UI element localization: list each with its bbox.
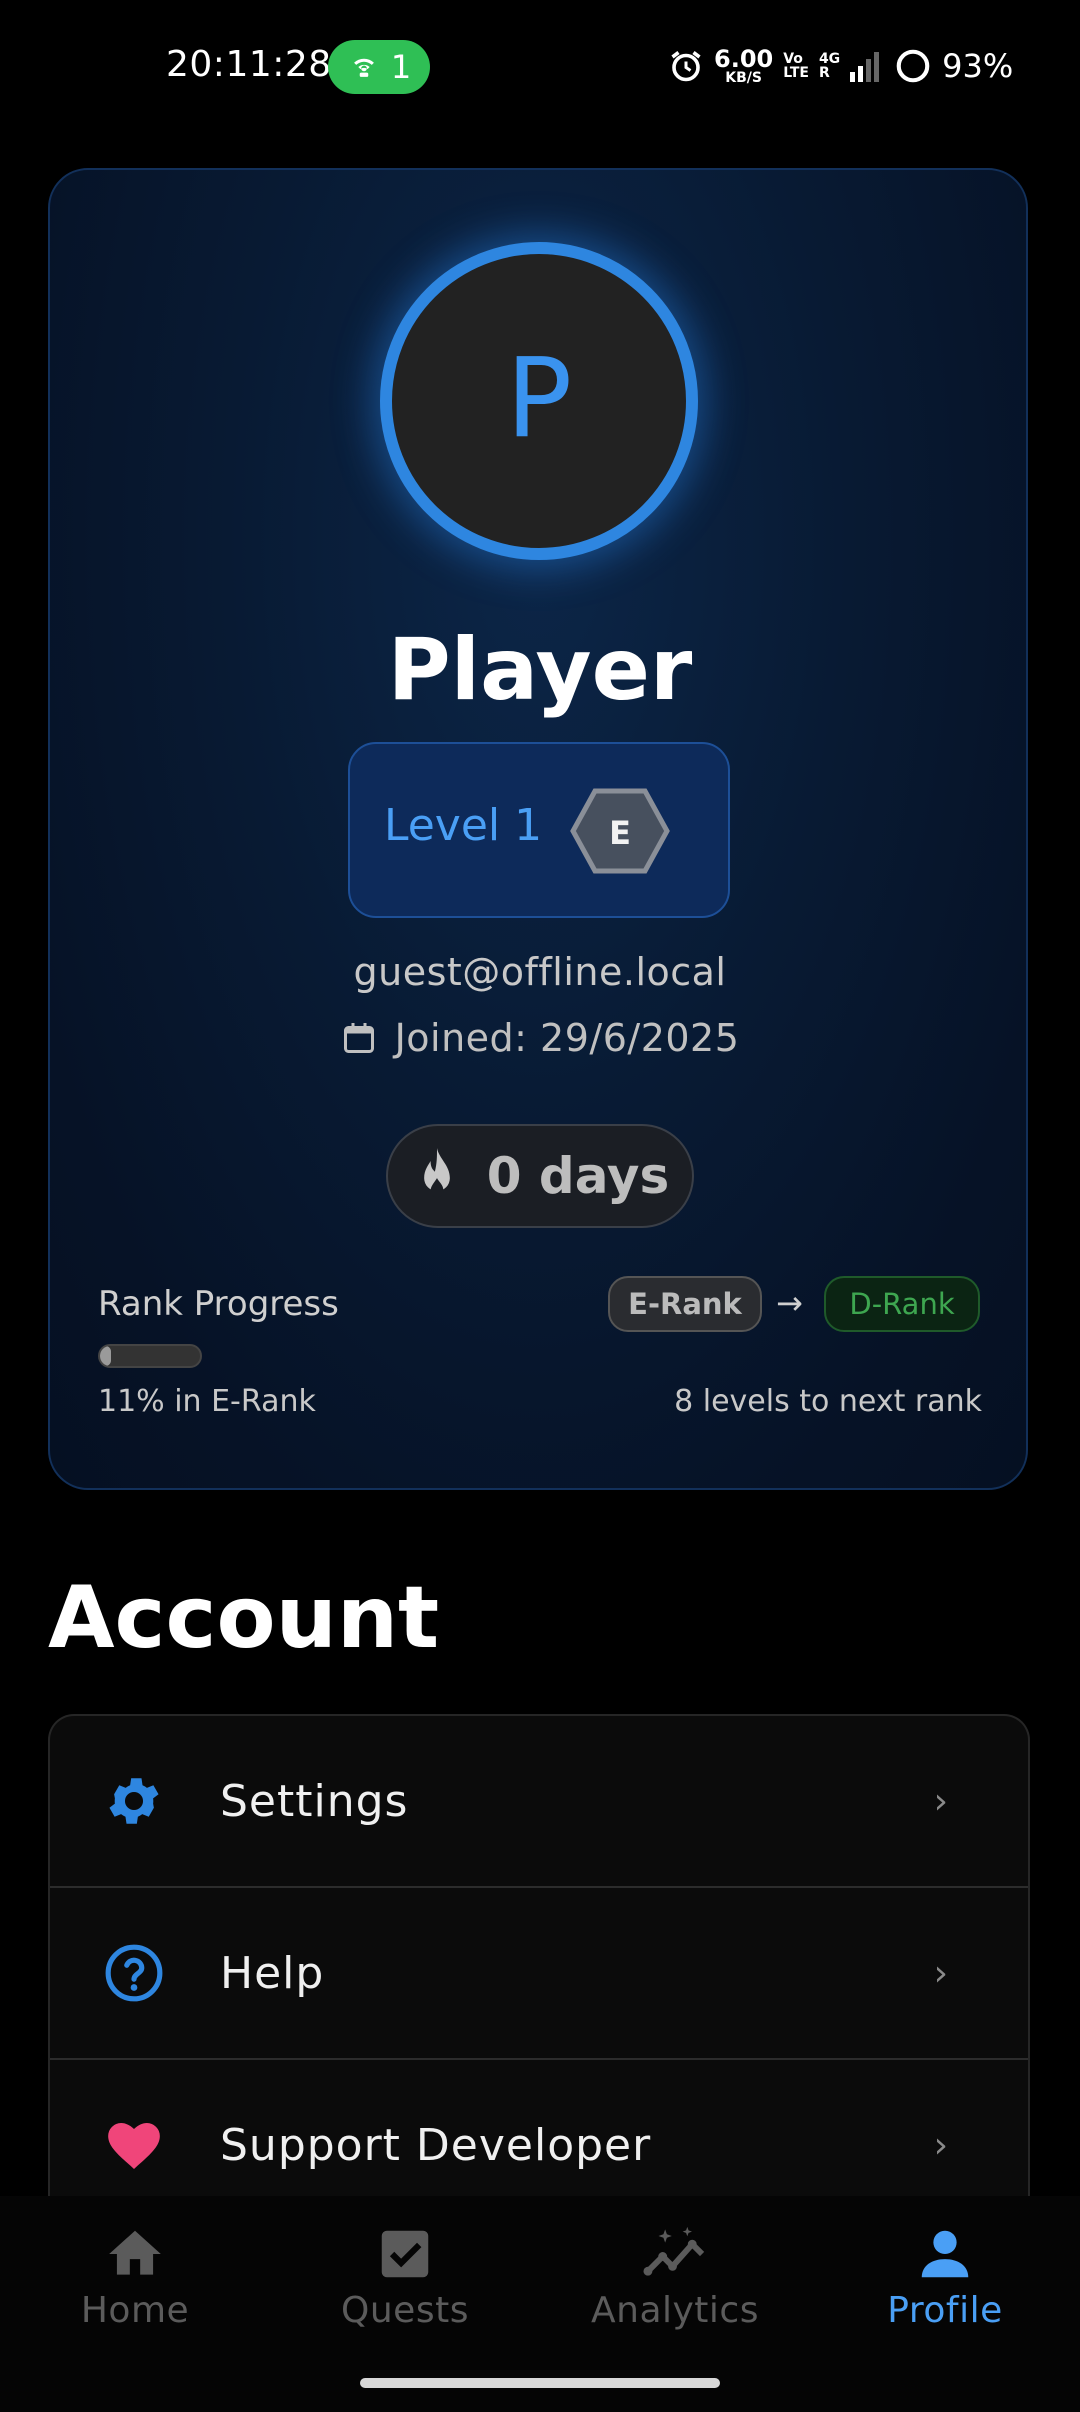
nav-quests[interactable]: Quests [270, 2222, 540, 2352]
battery-icon [896, 49, 930, 83]
checkbox-icon [373, 2222, 437, 2286]
home-icon [103, 2222, 167, 2286]
current-rank-chip: E-Rank [608, 1276, 762, 1332]
avatar[interactable]: P [380, 242, 698, 560]
joined-date-row: Joined: 29/6/2025 [0, 1016, 1080, 1060]
account-menu: Settings › Help › Support Developer › [48, 1714, 1030, 2254]
status-time: 20:11:28 [166, 44, 332, 85]
alarm-icon [671, 51, 701, 82]
nav-analytics[interactable]: Analytics [540, 2222, 810, 2352]
hotspot-indicator: 1 [328, 40, 430, 94]
levels-to-next-rank: 8 levels to next rank [674, 1384, 982, 1419]
nav-profile-label: Profile [887, 2290, 1003, 2331]
nav-profile[interactable]: Profile [810, 2222, 1080, 2352]
status-icons: 6.00 KB/S Vo LTE 4G R 93% [668, 44, 1013, 88]
chevron-right-icon: › [933, 1952, 948, 1994]
hotspot-icon [353, 58, 374, 77]
home-indicator[interactable] [360, 2378, 720, 2388]
level-label: Level 1 [384, 800, 543, 851]
network-type: 4G R [818, 51, 841, 81]
help-item[interactable]: Help › [50, 1888, 1028, 2060]
user-email: guest@offline.local [353, 950, 727, 994]
streak-days: 0 days [486, 1147, 670, 1205]
nav-home-label: Home [80, 2290, 190, 2331]
chevron-right-icon: › [933, 2124, 948, 2166]
settings-label: Settings [220, 1775, 409, 1827]
next-rank-chip: D-Rank [824, 1276, 980, 1332]
volte-indicator: Vo LTE [783, 51, 809, 81]
hotspot-count: 1 [390, 48, 412, 86]
heart-icon [102, 2113, 166, 2177]
nav-analytics-label: Analytics [591, 2290, 759, 2331]
fire-icon [423, 1148, 450, 1198]
nav-quests-label: Quests [341, 2290, 469, 2331]
player-name: Player [387, 620, 693, 720]
rank-letter: E [609, 814, 631, 852]
rank-arrow-icon: → [776, 1284, 803, 1322]
battery-level: 93% [942, 47, 1014, 85]
signal-icon [850, 52, 880, 82]
rank-progress-percent: 11% in E-Rank [98, 1384, 316, 1419]
joined-date: Joined: 29/6/2025 [394, 1016, 740, 1060]
rank-progress-fill [100, 1346, 111, 1366]
account-heading: Account [48, 1568, 440, 1668]
person-icon [913, 2222, 977, 2286]
avatar-initial: P [505, 334, 573, 462]
chevron-right-icon: › [933, 1780, 948, 1822]
rank-progress-label: Rank Progress [98, 1284, 339, 1324]
analytics-icon [643, 2222, 707, 2286]
streak-pill: 0 days [386, 1124, 694, 1228]
rank-progress-bar [98, 1344, 202, 1368]
settings-item[interactable]: Settings › [50, 1716, 1028, 1888]
gear-icon [102, 1769, 166, 1833]
help-label: Help [220, 1947, 325, 1999]
support-developer-label: Support Developer [220, 2119, 652, 2171]
calendar-icon [343, 1023, 374, 1053]
rank-hexagon-icon: E [570, 788, 670, 874]
help-circle-icon [102, 1941, 166, 2005]
network-speed: 6.00 KB/S [714, 45, 774, 86]
nav-home[interactable]: Home [0, 2222, 270, 2352]
